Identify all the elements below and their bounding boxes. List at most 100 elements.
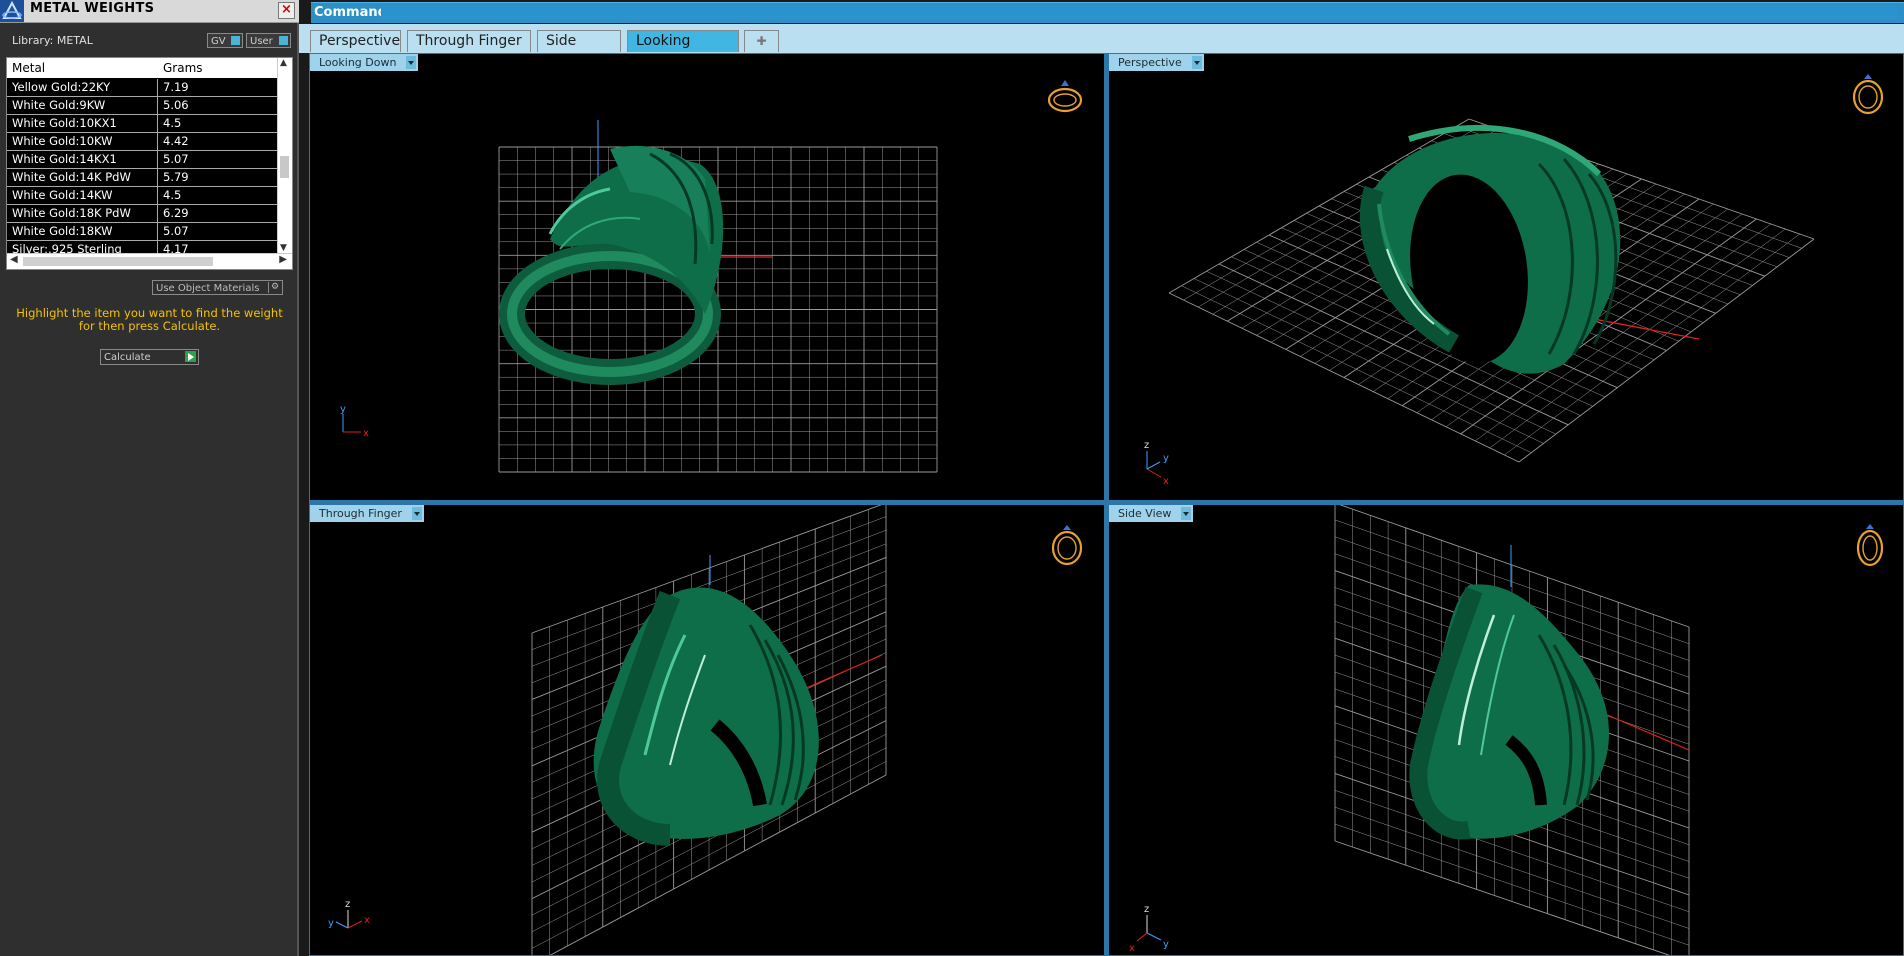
viewport-label-side-view[interactable]: Side View	[1109, 505, 1194, 522]
ring-icon[interactable]	[1047, 80, 1083, 113]
scrollbar-thumb[interactable]	[23, 257, 213, 266]
chevron-down-icon[interactable]	[411, 507, 422, 520]
scroll-down-icon[interactable]: ▼	[280, 243, 287, 253]
metal-name: White Gold:14KX1	[12, 152, 117, 166]
viewport-through-finger[interactable]: z x y Through Finger	[309, 504, 1105, 956]
panel-title: METAL WEIGHTS	[30, 1, 155, 16]
looking-down-scene: y x	[340, 80, 1083, 473]
table-row[interactable]: White Gold:9KW 5.06	[7, 97, 279, 115]
command-input[interactable]	[381, 5, 1898, 20]
viewport-label-text: Looking Down	[319, 56, 397, 69]
table-horizontal-scrollbar[interactable]: ◀ ▶	[7, 253, 292, 269]
axis-label-x: x	[1163, 476, 1169, 487]
side-view-scene: z y x	[1129, 505, 1884, 955]
use-object-materials-button[interactable]: Use Object Materials ⚙	[152, 280, 283, 295]
metal-name: White Gold:9KW	[12, 98, 106, 112]
viewport-label-text: Through Finger	[319, 507, 402, 520]
viewport-perspective[interactable]: z y x Perspective	[1108, 53, 1904, 501]
plus-icon[interactable]: ✚	[744, 30, 779, 52]
tab-looking-down[interactable]: Looking Down	[627, 30, 739, 70]
axis-label-x: x	[1129, 943, 1135, 954]
scroll-left-icon[interactable]: ◀	[10, 254, 18, 265]
scroll-up-icon[interactable]: ▲	[280, 58, 287, 68]
table-vertical-scrollbar[interactable]: ▲ ▼	[277, 58, 292, 254]
table-row[interactable]: White Gold:10KX1 4.5	[7, 115, 279, 133]
tab-side-view[interactable]: Side View	[537, 30, 621, 70]
ring-model	[593, 587, 819, 846]
viewport-label-text: Side View	[1118, 507, 1172, 520]
library-label: Library: METAL	[12, 34, 93, 47]
viewport-label-through-finger[interactable]: Through Finger	[310, 505, 424, 522]
use-object-materials-label: Use Object Materials	[156, 283, 260, 294]
view-tabs: Perspective Through Finger Side View Loo…	[299, 24, 1904, 70]
chevron-down-icon[interactable]	[1181, 507, 1192, 520]
table-row[interactable]: White Gold:14KW 4.5	[7, 187, 279, 205]
metal-grams: 4.5	[163, 116, 182, 130]
app-logo-icon	[0, 0, 24, 22]
chevron-down-icon[interactable]	[406, 56, 417, 69]
user-toggle-icon	[279, 36, 288, 45]
close-icon[interactable]: ×	[278, 2, 295, 19]
column-header-metal[interactable]: Metal	[12, 61, 45, 75]
scrollbar-thumb[interactable]	[280, 156, 289, 178]
metal-grams: 4.42	[163, 134, 189, 148]
hint-text: Highlight the item you want to find the …	[16, 306, 283, 333]
play-icon	[185, 351, 196, 362]
axis-label-z: z	[345, 899, 350, 910]
gear-icon: ⚙	[268, 282, 281, 293]
viewport-label-perspective[interactable]: Perspective	[1109, 54, 1204, 71]
table-row[interactable]: White Gold:18K PdW 6.29	[7, 205, 279, 223]
metal-name: White Gold:14K PdW	[12, 170, 131, 184]
through-finger-scene: z x y	[328, 505, 1083, 955]
ring-icon[interactable]	[1856, 524, 1884, 567]
axis-label-y: y	[1163, 453, 1169, 464]
metal-name: White Gold:14KW	[12, 188, 113, 202]
calculate-button[interactable]: Calculate	[100, 349, 199, 365]
ring-icon[interactable]	[1852, 74, 1884, 115]
viewport-label-looking-down[interactable]: Looking Down	[310, 54, 419, 71]
metal-grams: 6.29	[163, 206, 189, 220]
gv-toggle[interactable]: GV	[207, 33, 243, 48]
table-row[interactable]: Yellow Gold:22KY 7.19	[7, 79, 279, 97]
metal-name: Yellow Gold:22KY	[12, 80, 111, 94]
table-header: Metal Grams	[7, 58, 279, 78]
metal-table: Metal Grams Yellow Gold:22KY 7.19 White G…	[6, 57, 293, 270]
viewport-label-text: Perspective	[1118, 56, 1182, 69]
axis-triad: z y x	[1144, 440, 1169, 487]
ring-icon[interactable]	[1051, 525, 1083, 566]
axis-triad: z y x	[1129, 904, 1169, 954]
column-header-grams[interactable]: Grams	[163, 61, 203, 75]
axis-triad: z x y	[328, 899, 370, 929]
table-row[interactable]: White Gold:14KX1 5.07	[7, 151, 279, 169]
user-label: User	[250, 36, 273, 47]
axis-label-y: y	[340, 404, 346, 415]
metal-grams: 5.79	[163, 170, 189, 184]
axis-triad: y x	[340, 404, 369, 439]
viewport-side-view[interactable]: z y x Side View	[1108, 504, 1904, 956]
axis-label-z: z	[1144, 440, 1149, 451]
metal-name: White Gold:10KX1	[12, 116, 117, 130]
table-row[interactable]: White Gold:14K PdW 5.79	[7, 169, 279, 187]
tab-perspective[interactable]: Perspective	[310, 30, 401, 52]
chevron-down-icon[interactable]	[1191, 56, 1202, 69]
perspective-scene: z y x	[1144, 74, 1884, 487]
tab-through-finger[interactable]: Through Finger	[407, 30, 531, 52]
viewport-divider-vertical[interactable]	[1105, 53, 1108, 956]
panel-titlebar[interactable]: METAL WEIGHTS ×	[0, 0, 299, 23]
axis-label-x: x	[363, 428, 369, 439]
scroll-right-icon[interactable]: ▶	[279, 254, 287, 265]
table-row[interactable]: White Gold:10KW 4.42	[7, 133, 279, 151]
metal-name: White Gold:18KW	[12, 224, 113, 238]
table-row[interactable]: White Gold:18KW 5.07	[7, 223, 279, 241]
metal-grams: 5.07	[163, 224, 189, 238]
metal-name: White Gold:18K PdW	[12, 206, 131, 220]
calculate-label: Calculate	[104, 352, 151, 363]
metal-grams: 4.5	[163, 188, 182, 202]
ring-model	[499, 145, 724, 385]
metal-grams: 5.06	[163, 98, 189, 112]
viewport-looking-down[interactable]: y x Looking Down	[309, 53, 1105, 501]
metal-weights-panel: METAL WEIGHTS × Library: METAL GV User M…	[0, 0, 299, 956]
user-toggle[interactable]: User	[246, 33, 291, 48]
command-bar: Command:	[311, 2, 1904, 23]
metal-name: White Gold:10KW	[12, 134, 113, 148]
